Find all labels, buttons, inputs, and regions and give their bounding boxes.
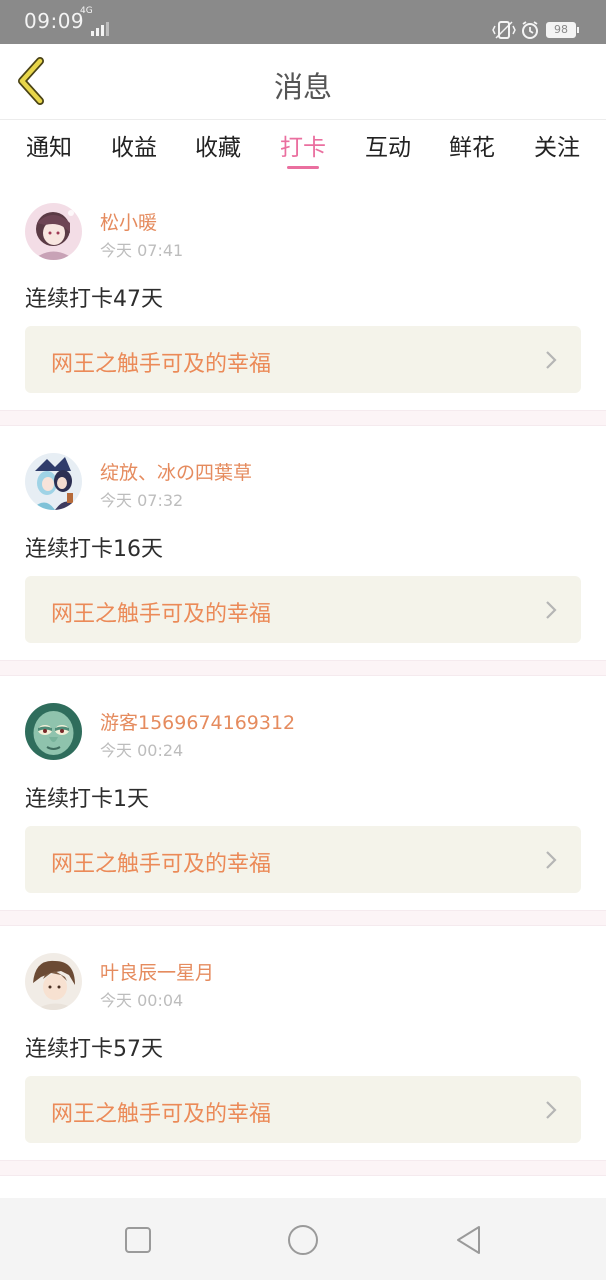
book-link[interactable]: 网王之触手可及的幸福 xyxy=(25,576,581,643)
username[interactable]: 游客1569674169312 xyxy=(100,708,295,735)
chevron-right-icon xyxy=(546,1101,557,1119)
checkin-text: 连续打卡47天 xyxy=(25,287,163,312)
chevron-right-icon xyxy=(546,351,557,369)
timestamp: 今天 00:04 xyxy=(100,991,184,1010)
chevron-right-icon xyxy=(546,601,557,619)
checkin-text: 连续打卡16天 xyxy=(25,537,163,562)
username[interactable]: 叶良辰一星月 xyxy=(100,958,214,985)
tab-checkin[interactable]: 打卡 xyxy=(270,128,336,162)
avatar[interactable] xyxy=(25,203,82,260)
checkin-message-list: 松小暖 今天 07:41 连续打卡47天 网王之触手可及的幸福 绽放、冰の四葉草… xyxy=(0,176,606,1176)
network-type: 4G xyxy=(80,6,93,16)
timestamp: 今天 07:41 xyxy=(100,241,184,260)
book-link[interactable]: 网王之触手可及的幸福 xyxy=(25,826,581,893)
battery-level: 98 xyxy=(554,23,568,36)
status-time: 09:09 xyxy=(24,9,85,33)
card-divider xyxy=(0,910,606,926)
header-bar: 消息 xyxy=(0,44,606,120)
tab-flowers[interactable]: 鲜花 xyxy=(439,128,505,162)
alarm-icon xyxy=(522,21,538,39)
status-bar: 09:09 4G 98 xyxy=(0,0,606,44)
back-triangle-icon[interactable] xyxy=(448,1220,488,1260)
vibrate-icon xyxy=(492,21,516,39)
card-divider xyxy=(0,660,606,676)
message-card: 绽放、冰の四葉草 今天 07:32 连续打卡16天 网王之触手可及的幸福 xyxy=(0,426,606,660)
recent-apps-icon[interactable] xyxy=(118,1220,158,1260)
book-title: 网王之触手可及的幸福 xyxy=(51,602,272,627)
book-title: 网王之触手可及的幸福 xyxy=(51,1102,272,1127)
tab-interactions[interactable]: 互动 xyxy=(355,128,421,162)
home-circle-icon[interactable] xyxy=(283,1220,323,1260)
message-card: 游客1569674169312 今天 00:24 连续打卡1天 网王之触手可及的… xyxy=(0,676,606,910)
timestamp: 今天 07:32 xyxy=(100,491,184,510)
message-card: 叶良辰一星月 今天 00:04 连续打卡57天 网王之触手可及的幸福 xyxy=(0,926,606,1160)
book-link[interactable]: 网王之触手可及的幸福 xyxy=(25,326,581,393)
checkin-text: 连续打卡57天 xyxy=(25,1037,163,1062)
avatar[interactable] xyxy=(25,953,82,1010)
checkin-text: 连续打卡1天 xyxy=(25,787,149,812)
tab-notifications[interactable]: 通知 xyxy=(16,128,82,162)
book-link[interactable]: 网王之触手可及的幸福 xyxy=(25,1076,581,1143)
username[interactable]: 松小暖 xyxy=(100,208,157,235)
category-tabs: 通知 收益 收藏 打卡 互动 鲜花 关注 xyxy=(0,120,606,176)
system-nav-bar xyxy=(0,1198,606,1280)
tab-earnings[interactable]: 收益 xyxy=(101,128,167,162)
message-card: 松小暖 今天 07:41 连续打卡47天 网王之触手可及的幸福 xyxy=(0,176,606,410)
battery-icon: 98 xyxy=(546,22,579,38)
active-tab-indicator xyxy=(287,166,319,169)
signal-icon xyxy=(91,22,109,36)
avatar[interactable] xyxy=(25,453,82,510)
card-divider xyxy=(0,1160,606,1176)
tab-following[interactable]: 关注 xyxy=(524,128,590,162)
page-title: 消息 xyxy=(273,70,332,104)
timestamp: 今天 00:24 xyxy=(100,741,184,760)
tab-favorites[interactable]: 收藏 xyxy=(185,128,251,162)
book-title: 网王之触手可及的幸福 xyxy=(51,852,272,877)
username[interactable]: 绽放、冰の四葉草 xyxy=(100,458,252,485)
book-title: 网王之触手可及的幸福 xyxy=(51,352,272,377)
avatar[interactable] xyxy=(25,703,82,760)
chevron-right-icon xyxy=(546,851,557,869)
card-divider xyxy=(0,410,606,426)
